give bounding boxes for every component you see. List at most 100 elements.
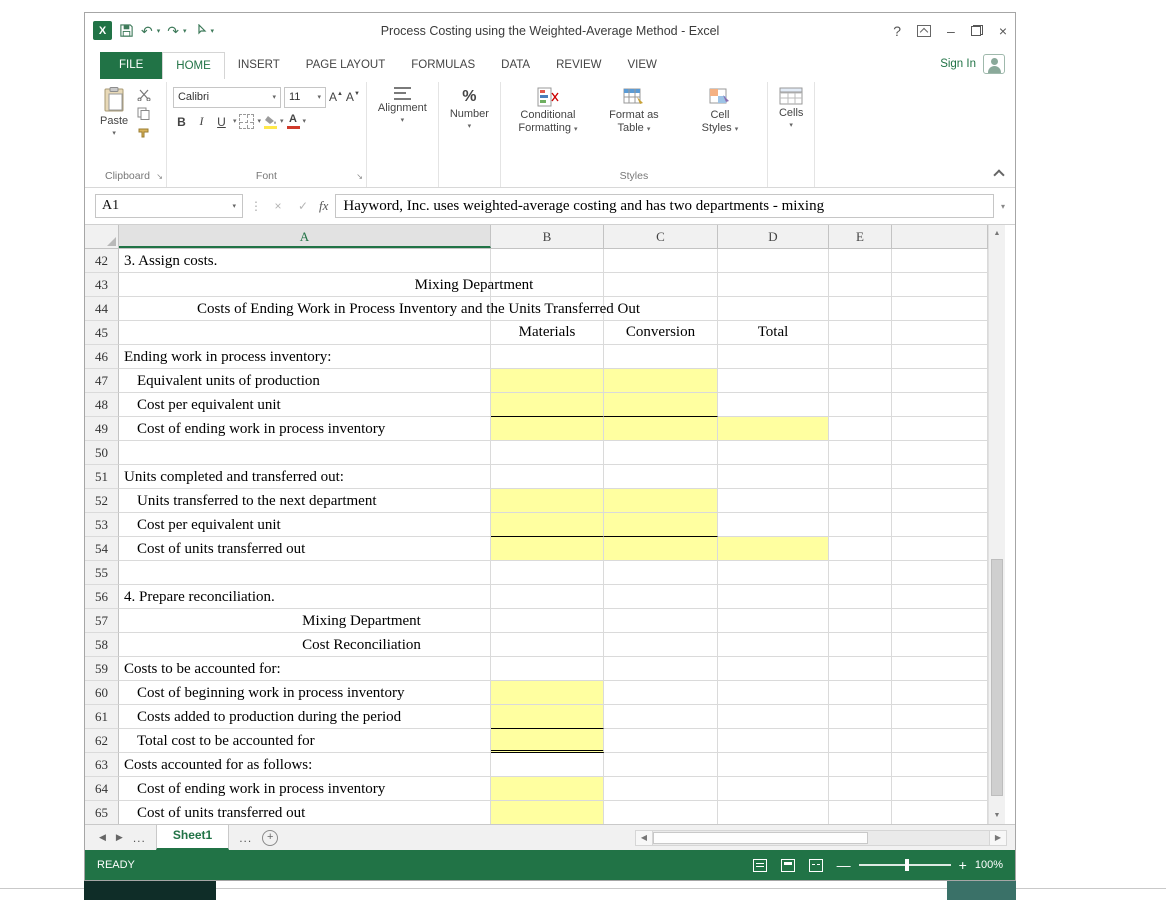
cell-D46[interactable] — [718, 345, 829, 370]
underline-dropdown-icon[interactable]: ▾ — [233, 118, 237, 125]
cell-F45[interactable] — [892, 321, 988, 346]
cell-E46[interactable] — [829, 345, 892, 370]
cell-E52[interactable] — [829, 489, 892, 514]
cell-C47[interactable] — [604, 369, 718, 394]
cell-D57[interactable] — [718, 609, 829, 634]
cell-C48[interactable] — [604, 393, 718, 418]
tab-insert[interactable]: INSERT — [225, 52, 293, 79]
cell-C65[interactable] — [604, 801, 718, 825]
cell-B61[interactable] — [491, 705, 604, 730]
row-header-61[interactable]: 61 — [85, 705, 119, 730]
cell-F42[interactable] — [892, 249, 988, 274]
cell-B47[interactable] — [491, 369, 604, 394]
touch-mode-icon[interactable] — [194, 23, 207, 38]
customize-qat-icon[interactable]: ▾ — [211, 27, 215, 35]
cell-A42[interactable] — [119, 249, 491, 274]
cell-E63[interactable] — [829, 753, 892, 778]
cell-D53[interactable] — [718, 513, 829, 538]
row-header-47[interactable]: 47 — [85, 369, 119, 394]
font-size-combo[interactable]: 11 ▾ — [283, 86, 326, 108]
row-header-59[interactable]: 59 — [85, 657, 119, 682]
cell-A47[interactable] — [119, 369, 491, 394]
row-header-62[interactable]: 62 — [85, 729, 119, 754]
cell-A57[interactable] — [119, 609, 491, 634]
row-header-44[interactable]: 44 — [85, 297, 119, 322]
redo-dropdown-icon[interactable]: ▾ — [183, 27, 187, 35]
cell-D55[interactable] — [718, 561, 829, 586]
cell-F56[interactable] — [892, 585, 988, 610]
row-header-52[interactable]: 52 — [85, 489, 119, 514]
cell-A55[interactable] — [119, 561, 491, 586]
col-header-E[interactable]: E — [829, 225, 892, 249]
font-color-dropdown-icon[interactable]: ▾ — [303, 118, 307, 125]
cell-D51[interactable] — [718, 465, 829, 490]
cell-D50[interactable] — [718, 441, 829, 466]
cell-F47[interactable] — [892, 369, 988, 394]
conditional-formatting-button[interactable]: Conditional Formatting ▾ — [507, 84, 589, 135]
tab-file[interactable]: FILE — [100, 51, 163, 79]
cell-F61[interactable] — [892, 705, 988, 730]
cell-B51[interactable] — [491, 465, 604, 490]
sheet-nav-next-icon[interactable]: ▶ — [116, 832, 123, 843]
cell-A45[interactable] — [119, 321, 491, 346]
cell-B54[interactable] — [491, 537, 604, 562]
cell-E47[interactable] — [829, 369, 892, 394]
formula-bar-expand-icon[interactable]: ▾ — [1001, 202, 1005, 211]
cell-C64[interactable] — [604, 777, 718, 802]
col-header-D[interactable]: D — [718, 225, 829, 249]
cell-E49[interactable] — [829, 417, 892, 442]
cell-C56[interactable] — [604, 585, 718, 610]
restore-button[interactable] — [970, 25, 983, 37]
cell-D60[interactable] — [718, 681, 829, 706]
enter-button[interactable]: ✓ — [294, 199, 312, 213]
cell-E50[interactable] — [829, 441, 892, 466]
cell-B48[interactable] — [491, 393, 604, 418]
cell-F58[interactable] — [892, 633, 988, 658]
cell-D64[interactable] — [718, 777, 829, 802]
cell-D44[interactable] — [718, 297, 829, 322]
row-header-55[interactable]: 55 — [85, 561, 119, 586]
cell-A62[interactable] — [119, 729, 491, 754]
cell-E54[interactable] — [829, 537, 892, 562]
underline-button[interactable]: U — [213, 113, 230, 131]
row-header-51[interactable]: 51 — [85, 465, 119, 490]
sign-in[interactable]: Sign In — [940, 53, 1015, 74]
cell-D58[interactable] — [718, 633, 829, 658]
italic-button[interactable]: I — [193, 113, 210, 131]
new-sheet-button[interactable]: + — [262, 829, 279, 846]
cell-C45[interactable]: Conversion — [604, 321, 718, 346]
cell-C58[interactable] — [604, 633, 718, 658]
cell-C61[interactable] — [604, 705, 718, 730]
cell-A61[interactable] — [119, 705, 491, 730]
cell-E43[interactable] — [829, 273, 892, 298]
scroll-right-icon[interactable]: ▶ — [989, 829, 1007, 846]
cell-styles-button[interactable]: Cell Styles ▾ — [679, 84, 761, 135]
cell-C42[interactable] — [604, 249, 718, 274]
cell-F62[interactable] — [892, 729, 988, 754]
cell-D49[interactable] — [718, 417, 829, 442]
font-dialog-launcher-icon[interactable]: ↘ — [356, 172, 363, 181]
borders-icon[interactable] — [239, 114, 255, 129]
cell-D48[interactable] — [718, 393, 829, 418]
sheet-list-ellipsis-left[interactable]: ... — [133, 831, 146, 845]
col-header-B[interactable]: B — [491, 225, 604, 249]
cell-A53[interactable] — [119, 513, 491, 538]
undo-icon[interactable]: ↶ — [141, 24, 153, 38]
row-header-58[interactable]: 58 — [85, 633, 119, 658]
cell-F53[interactable] — [892, 513, 988, 538]
cell-D56[interactable] — [718, 585, 829, 610]
grow-font-button[interactable]: A ▲ — [329, 90, 343, 104]
cell-A43[interactable] — [119, 273, 491, 298]
row-header-65[interactable]: 65 — [85, 801, 119, 825]
cell-F44[interactable] — [892, 297, 988, 322]
cell-D47[interactable] — [718, 369, 829, 394]
row-header-48[interactable]: 48 — [85, 393, 119, 418]
cell-E61[interactable] — [829, 705, 892, 730]
cell-C63[interactable] — [604, 753, 718, 778]
tab-data[interactable]: DATA — [488, 52, 543, 79]
zoom-percentage[interactable]: 100% — [975, 859, 1003, 871]
cell-B42[interactable] — [491, 249, 604, 274]
cell-A60[interactable] — [119, 681, 491, 706]
cell-F50[interactable] — [892, 441, 988, 466]
row-header-60[interactable]: 60 — [85, 681, 119, 706]
